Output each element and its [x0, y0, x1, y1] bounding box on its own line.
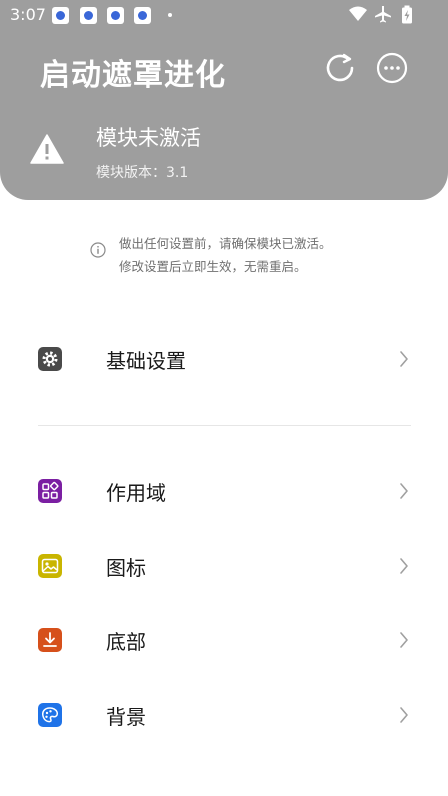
app-header: 3:07 启动遮罩进化 模块未激活 模块版本：3.1 [0, 0, 448, 200]
menu-item-background[interactable]: 背景 [0, 680, 448, 750]
notice-text: 做出任何设置前，请确保模块已激活。 修改设置后立即生效，无需重启。 [119, 232, 332, 278]
page-title: 启动遮罩进化 [40, 58, 226, 93]
more-icon[interactable] [375, 51, 409, 85]
notice-line-1: 做出任何设置前，请确保模块已激活。 [119, 236, 332, 251]
warning-icon [30, 134, 64, 164]
chevron-right-icon [400, 707, 408, 723]
baidu-paw-icon [52, 7, 69, 24]
status-bar: 3:07 [0, 0, 448, 30]
chevron-right-icon [400, 351, 408, 367]
menu-item-label: 图标 [106, 556, 146, 580]
status-time: 3:07 [10, 5, 46, 24]
module-version: 模块版本：3.1 [96, 165, 189, 181]
menu-item-label: 底部 [106, 630, 146, 654]
dot-icon [168, 13, 172, 17]
wifi-icon [349, 6, 367, 21]
baidu-paw-icon [134, 7, 151, 24]
image-icon [38, 554, 62, 578]
divider [38, 425, 411, 426]
chevron-right-icon [400, 483, 408, 499]
menu-item-label: 作用域 [106, 481, 166, 505]
menu-item-scope[interactable]: 作用域 [0, 456, 448, 526]
menu-item-label: 背景 [106, 705, 146, 729]
menu-item-bottom[interactable]: 底部 [0, 605, 448, 675]
baidu-paw-icon [107, 7, 124, 24]
apps-icon [38, 479, 62, 503]
menu-item-icon[interactable]: 图标 [0, 531, 448, 601]
battery-charging-icon [402, 5, 412, 24]
info-icon [90, 242, 106, 258]
refresh-icon[interactable] [323, 51, 357, 85]
airplane-icon [375, 6, 391, 23]
module-status: 模块未激活 [96, 126, 201, 150]
baidu-paw-icon [80, 7, 97, 24]
menu-item-basic-settings[interactable]: 基础设置 [0, 324, 448, 394]
chevron-right-icon [400, 558, 408, 574]
notice-line-2: 修改设置后立即生效，无需重启。 [119, 259, 307, 274]
chevron-right-icon [400, 632, 408, 648]
menu-item-label: 基础设置 [106, 349, 186, 373]
download-icon [38, 628, 62, 652]
palette-icon [38, 703, 62, 727]
gear-icon [38, 347, 62, 371]
